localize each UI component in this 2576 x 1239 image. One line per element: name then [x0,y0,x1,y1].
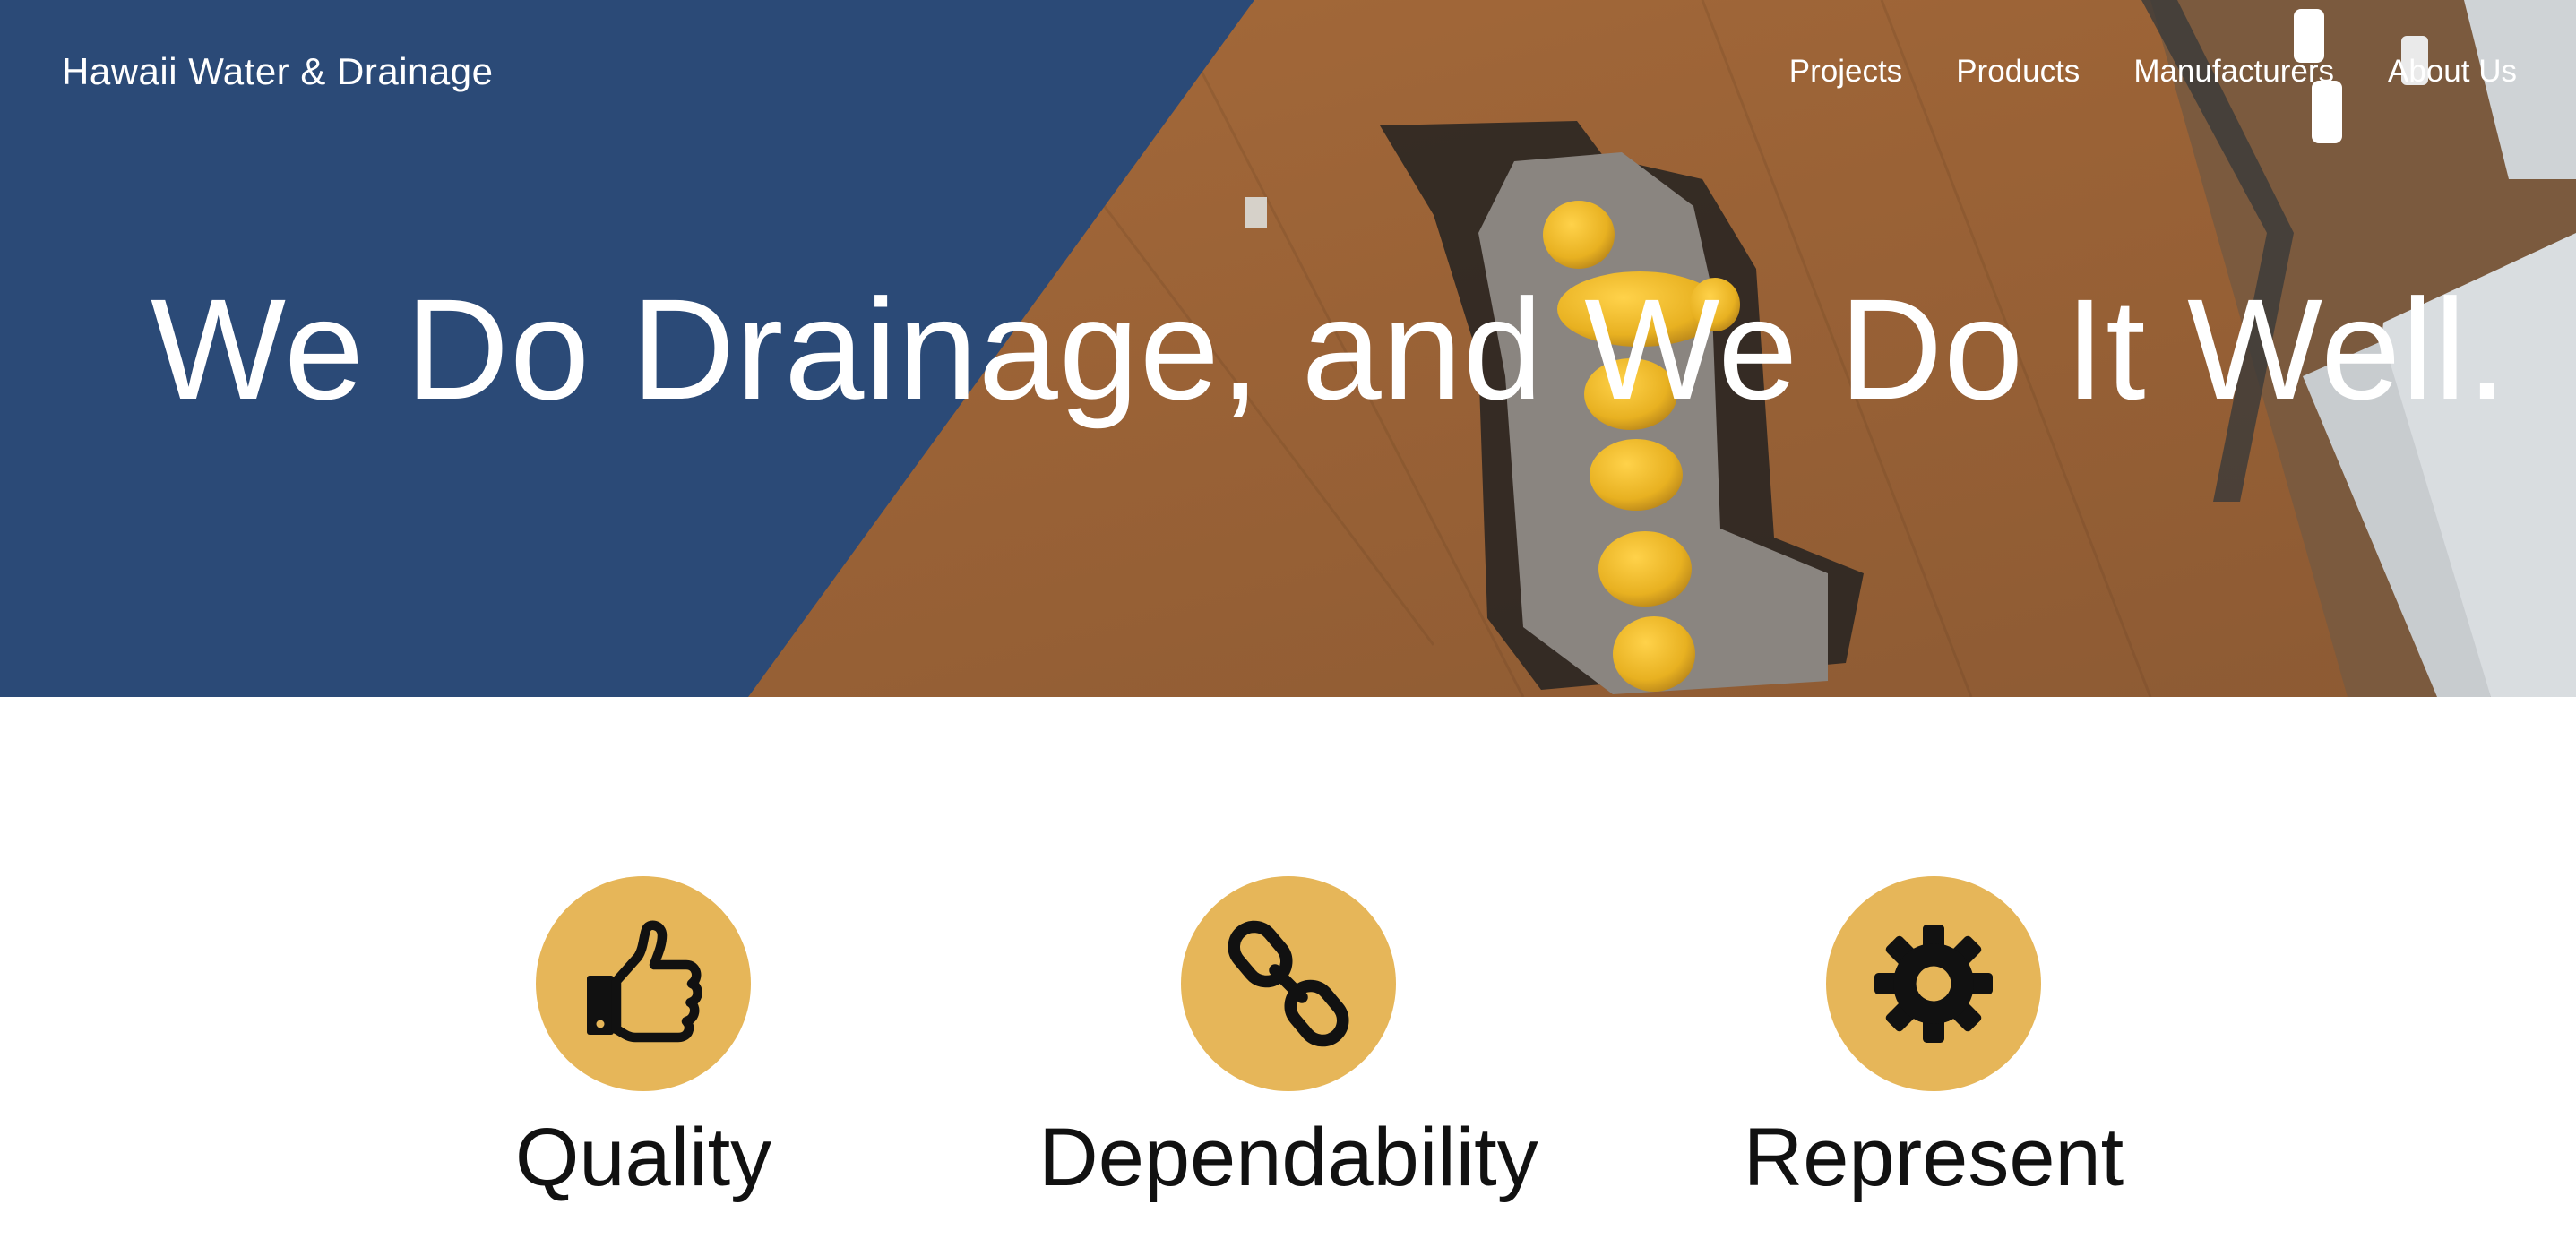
chain-link-icon [1228,920,1349,1047]
nav-link-products[interactable]: Products [1956,54,2080,90]
page: Hawaii Water & Drainage Projects Product… [0,0,2576,1239]
feature-title: Quality [514,1112,772,1203]
feature-quality: Quality [392,876,894,1202]
feature-title: Dependability [1038,1112,1538,1203]
nav-link-projects[interactable]: Projects [1789,54,1902,90]
feature-icon-circle [1181,876,1396,1091]
brand-logo-link[interactable]: Hawaii Water & Drainage [62,50,493,93]
hero-section: Hawaii Water & Drainage Projects Product… [0,0,2576,697]
nav-link-about-us[interactable]: About Us [2388,54,2517,90]
features-section: Quality Dependability Represent [0,697,2576,1239]
feature-dependability: Dependability [1038,876,1539,1202]
thumbs-up-icon [587,920,702,1043]
hero-headline: We Do Drainage, and We Do It Well. [151,269,2508,429]
feature-icon-circle [536,876,751,1091]
feature-icon-circle [1826,876,2041,1091]
feature-represent: Represent [1683,876,2184,1202]
nav-link-manufacturers[interactable]: Manufacturers [2133,54,2334,90]
main-nav: Projects Products Manufacturers About Us [1789,54,2517,90]
gear-icon [1874,925,1993,1043]
feature-title: Represent [1743,1112,2124,1203]
